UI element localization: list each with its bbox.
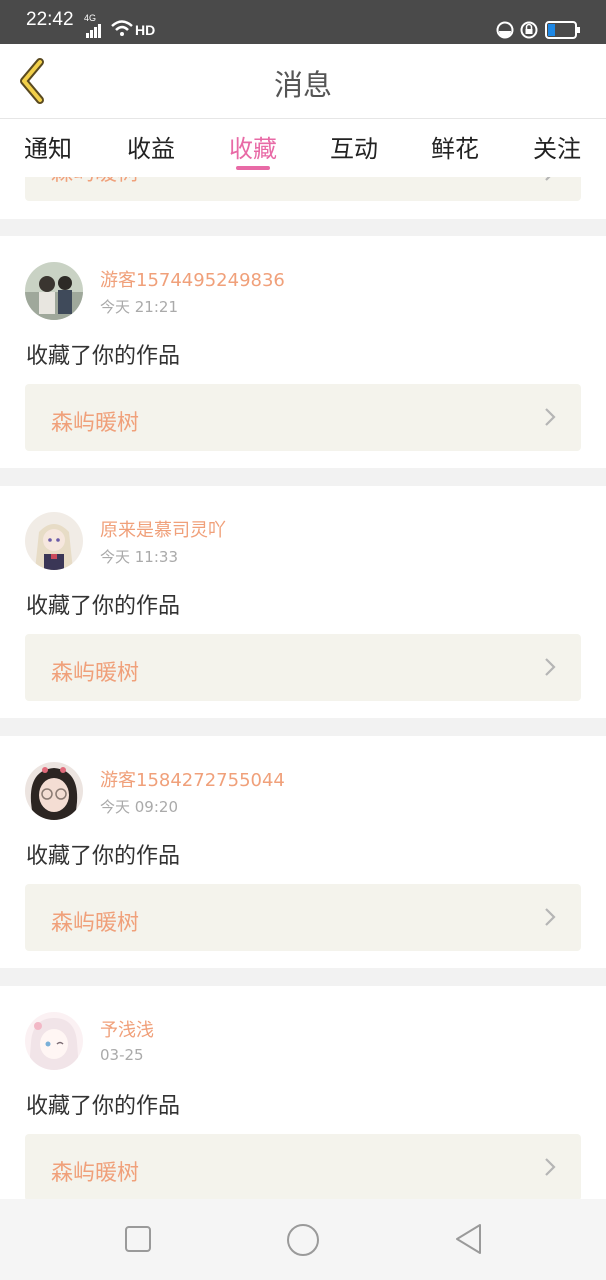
tab-favorites[interactable]: 收藏: [213, 129, 293, 164]
list-item: 予浅浅 03-25 收藏了你的作品 森屿暖树: [0, 986, 606, 1199]
username[interactable]: 游客1574495249836: [100, 266, 285, 292]
list-item: 原来是慕司灵吖 今天 11:33 收藏了你的作品 森屿暖树: [0, 486, 606, 718]
tab-earnings[interactable]: 收益: [111, 129, 191, 164]
status-time: 22:42: [26, 9, 74, 30]
avatar[interactable]: [25, 512, 83, 570]
signal-icon: [86, 24, 101, 38]
work-title: 森屿暖树: [51, 1161, 140, 1186]
tab-flowers[interactable]: 鲜花: [415, 129, 495, 164]
list-item: 游客1584272755044 今天 09:20 收藏了你的作品 森屿暖树: [0, 736, 606, 968]
work-link[interactable]: 森屿暖树: [25, 177, 581, 201]
system-nav-bar: [0, 1199, 606, 1280]
avatar[interactable]: [25, 1012, 83, 1070]
tab-bar: 通知 收益 收藏 互动 鲜花 关注: [0, 119, 606, 177]
chevron-right-icon: [545, 1158, 556, 1176]
chevron-right-icon: [545, 908, 556, 926]
message-action: 收藏了你的作品: [26, 344, 181, 369]
tab-interaction[interactable]: 互动: [314, 129, 394, 164]
wifi-icon: [111, 20, 133, 36]
square-recents-icon[interactable]: [124, 1225, 152, 1253]
message-time: 今天 09:20: [100, 798, 178, 816]
list-item: 游客1574495249836 今天 21:21 收藏了你的作品 森屿暖树: [0, 236, 606, 468]
page-title: 消息: [273, 68, 332, 102]
message-action: 收藏了你的作品: [26, 1094, 181, 1119]
list-item: 森屿暖树: [0, 177, 606, 219]
rotation-lock-icon: [520, 21, 538, 39]
username[interactable]: 予浅浅: [100, 1016, 154, 1042]
work-title: 森屿暖树: [51, 661, 140, 686]
chevron-right-icon: [545, 408, 556, 426]
work-link[interactable]: 森屿暖树: [25, 1134, 581, 1199]
chevron-right-icon: [545, 177, 551, 181]
tab-notification[interactable]: 通知: [8, 129, 88, 164]
message-action: 收藏了你的作品: [26, 844, 181, 869]
work-title: 森屿暖树: [51, 177, 139, 187]
triangle-back-icon[interactable]: [454, 1223, 484, 1255]
work-link[interactable]: 森屿暖树: [25, 884, 581, 951]
message-list[interactable]: 森屿暖树 游客1574495249836 今天 21:21 收藏了你的作品 森屿…: [0, 177, 606, 1199]
message-time: 今天 11:33: [100, 548, 178, 566]
message-time: 今天 21:21: [100, 298, 178, 316]
data-saver-icon: [496, 21, 514, 39]
active-tab-indicator: [236, 166, 270, 170]
status-bar: 22:42 4G HD: [0, 0, 606, 44]
hd-label: HD: [135, 22, 156, 38]
work-title: 森屿暖树: [51, 411, 140, 436]
username[interactable]: 游客1584272755044: [100, 766, 285, 792]
battery-icon: [545, 21, 580, 39]
avatar[interactable]: [25, 262, 83, 320]
chevron-right-icon: [545, 658, 556, 676]
message-time: 03-25: [100, 1046, 144, 1064]
work-link[interactable]: 森屿暖树: [25, 634, 581, 701]
circle-home-icon[interactable]: [286, 1223, 320, 1257]
network-type: 4G: [84, 13, 97, 23]
app-header: 消息: [0, 44, 606, 119]
tab-follow[interactable]: 关注: [517, 129, 597, 164]
message-action: 收藏了你的作品: [26, 594, 181, 619]
username[interactable]: 原来是慕司灵吖: [100, 516, 226, 542]
work-link[interactable]: 森屿暖树: [25, 384, 581, 451]
avatar[interactable]: [25, 762, 83, 820]
work-title: 森屿暖树: [51, 911, 140, 936]
